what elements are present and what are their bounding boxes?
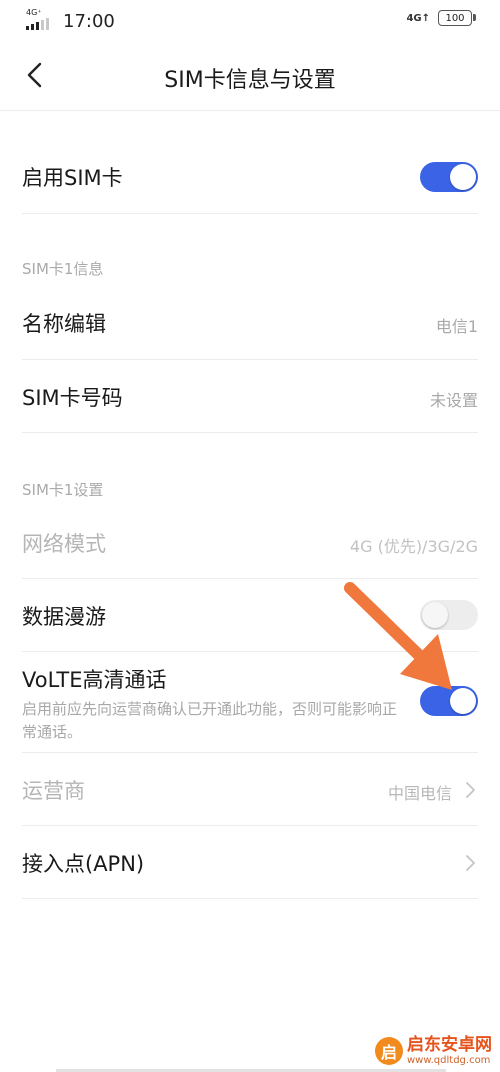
enable-sim-label: 启用SIM卡 [22, 166, 123, 190]
volte-description: 启用前应先向运营商确认已开通此功能，否则可能影响正常通话。 [22, 700, 398, 741]
sim-number-value: 未设置 [429, 391, 478, 410]
toggle-knob [422, 602, 448, 628]
chevron-right-icon [466, 782, 475, 798]
battery-level: 100 [445, 12, 465, 24]
signal-strength-icon [26, 18, 49, 30]
apn-row[interactable]: 接入点(APN) [22, 826, 478, 899]
sim-number-label: SIM卡号码 [22, 386, 123, 410]
volte-label: VoLTE高清通话 [22, 668, 167, 692]
chevron-right-icon [466, 855, 475, 871]
name-edit-value: 电信1 [435, 317, 478, 336]
toggle-knob [450, 688, 476, 714]
status-bar: 4G⁺ 17:00 4G↑ 100 [0, 0, 500, 40]
watermark-text: 启东安卓网 [407, 1035, 492, 1056]
status-left: 4G⁺ 17:00 [26, 8, 115, 32]
enable-sim-row[interactable]: 启用SIM卡 [22, 140, 478, 214]
watermark-logo-icon: 启 [375, 1037, 403, 1066]
nav-bar: SIM卡信息与设置 [0, 40, 500, 111]
carrier-row[interactable]: 运营商 中国电信 [22, 753, 478, 826]
network-mode-value: 4G (优先)/3G/2G [349, 537, 478, 556]
section-title-sim-settings: SIM卡1设置 [22, 481, 104, 499]
battery-icon: 100 [438, 10, 476, 26]
name-edit-label: 名称编辑 [22, 312, 106, 336]
apn-label: 接入点(APN) [22, 852, 145, 876]
enable-sim-toggle[interactable] [420, 162, 478, 192]
name-edit-row[interactable]: 名称编辑 电信1 [22, 288, 478, 360]
toggle-knob [450, 164, 476, 190]
volte-row[interactable]: VoLTE高清通话 启用前应先向运营商确认已开通此功能，否则可能影响正常通话。 [22, 652, 478, 753]
volte-toggle[interactable] [420, 686, 478, 716]
watermark-text-group: 启东安卓网 www.qdltdg.com [407, 1036, 492, 1066]
network-mode-row: 网络模式 4G (优先)/3G/2G [22, 506, 478, 579]
network-mode-label: 网络模式 [22, 532, 106, 556]
sim-number-row[interactable]: SIM卡号码 未设置 [22, 360, 478, 433]
data-roaming-toggle[interactable] [420, 600, 478, 630]
page-title: SIM卡信息与设置 [164, 68, 336, 93]
carrier-value: 中国电信 [387, 784, 452, 803]
data-roaming-label: 数据漫游 [22, 605, 106, 629]
data-roaming-row[interactable]: 数据漫游 [22, 579, 478, 652]
watermark-url: www.qdltdg.com [407, 1055, 491, 1066]
status-right: 4G↑ 100 [406, 10, 476, 26]
network-type-small: 4G⁺ [26, 8, 42, 17]
network-type-icon: 4G↑ [406, 12, 430, 24]
section-title-sim-info: SIM卡1信息 [22, 260, 104, 278]
watermark: 启 启东安卓网 www.qdltdg.com [375, 1036, 492, 1066]
status-time: 17:00 [63, 11, 115, 32]
carrier-label: 运营商 [22, 779, 85, 803]
